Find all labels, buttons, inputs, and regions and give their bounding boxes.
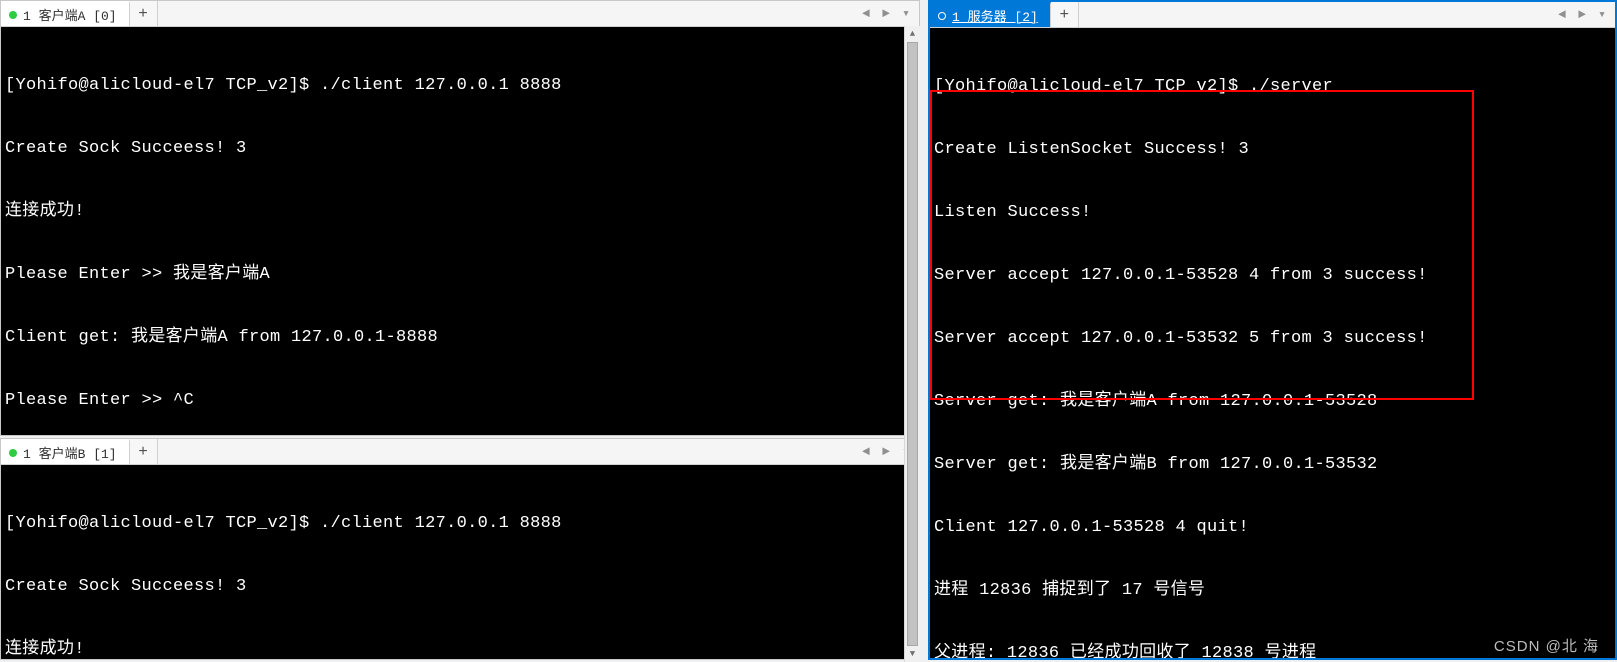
- terminal-client-a[interactable]: [Yohifo@alicloud-el7 TCP_v2]$ ./client 1…: [1, 27, 919, 435]
- add-tab-button[interactable]: +: [130, 1, 158, 26]
- term-line: [Yohifo@alicloud-el7 TCP_v2]$ ./server: [934, 76, 1611, 97]
- scrollbar[interactable]: ▲ ▼: [904, 26, 920, 662]
- scroll-up-icon[interactable]: ▲: [905, 26, 920, 42]
- term-line: 连接成功!: [5, 201, 915, 222]
- term-line: Create Sock Succeess! 3: [5, 138, 915, 159]
- tab-client-a[interactable]: 1 客户端A [0]: [1, 1, 130, 26]
- terminal-server[interactable]: [Yohifo@alicloud-el7 TCP_v2]$ ./server C…: [930, 28, 1615, 658]
- tab-prev-icon[interactable]: ◄: [857, 6, 875, 21]
- pane-client-a: 1 客户端A [0] + ◄ ► ▾ [Yohifo@alicloud-el7 …: [0, 0, 920, 436]
- pane-client-b: 1 客户端B [1] + ◄ ► ▾ [Yohifo@alicloud-el7 …: [0, 438, 920, 660]
- tab-client-b[interactable]: 1 客户端B [1]: [1, 439, 130, 464]
- status-dot-icon: [9, 449, 17, 457]
- status-dot-icon: [9, 11, 17, 19]
- term-line: Please Enter >> ^C: [5, 390, 915, 411]
- tabbar-nav: ◄ ► ▾: [857, 1, 919, 26]
- tab-menu-icon[interactable]: ▾: [1593, 7, 1611, 22]
- tab-label: 1 服务器 [2]: [952, 6, 1038, 25]
- term-line: Client 127.0.0.1-53528 4 quit!: [934, 517, 1611, 538]
- tab-label: 1 客户端B [1]: [23, 443, 117, 462]
- highlight-box: [930, 90, 1474, 400]
- term-line: Server accept 127.0.0.1-53528 4 from 3 s…: [934, 265, 1611, 286]
- tab-menu-icon[interactable]: ▾: [897, 6, 915, 21]
- tab-next-icon[interactable]: ►: [877, 444, 895, 459]
- term-line: [Yohifo@alicloud-el7 TCP_v2]$ ./client 1…: [5, 75, 915, 96]
- term-line: 进程 12836 捕捉到了 17 号信号: [934, 580, 1611, 601]
- tabbar-client-b: 1 客户端B [1] + ◄ ► ▾: [1, 439, 919, 465]
- term-line: [Yohifo@alicloud-el7 TCP_v2]$ ./client 1…: [5, 513, 915, 534]
- tab-prev-icon[interactable]: ◄: [1553, 7, 1571, 22]
- tabbar-client-a: 1 客户端A [0] + ◄ ► ▾: [1, 1, 919, 27]
- tabbar-nav: ◄ ► ▾: [1553, 2, 1615, 27]
- tab-next-icon[interactable]: ►: [1573, 7, 1591, 22]
- term-line: Listen Success!: [934, 202, 1611, 223]
- add-tab-button[interactable]: +: [130, 439, 158, 464]
- terminal-client-b[interactable]: [Yohifo@alicloud-el7 TCP_v2]$ ./client 1…: [1, 465, 919, 659]
- add-tab-button[interactable]: +: [1051, 2, 1079, 27]
- scroll-down-icon[interactable]: ▼: [905, 646, 920, 662]
- watermark: CSDN @北 海: [1494, 635, 1599, 656]
- term-line: Server get: 我是客户端A from 127.0.0.1-53528: [934, 391, 1611, 412]
- scroll-thumb[interactable]: [907, 42, 918, 646]
- term-line: Create Sock Succeess! 3: [5, 576, 915, 597]
- term-line: 连接成功!: [5, 639, 915, 659]
- tabbar-server: 1 服务器 [2] + ◄ ► ▾: [930, 2, 1615, 28]
- term-line: Create ListenSocket Success! 3: [934, 139, 1611, 160]
- tab-prev-icon[interactable]: ◄: [857, 444, 875, 459]
- pane-server: 1 服务器 [2] + ◄ ► ▾ [Yohifo@alicloud-el7 T…: [928, 0, 1617, 660]
- scroll-track[interactable]: [905, 42, 920, 646]
- term-line: Server get: 我是客户端B from 127.0.0.1-53532: [934, 454, 1611, 475]
- term-line: Client get: 我是客户端A from 127.0.0.1-8888: [5, 327, 915, 348]
- status-dot-icon: [938, 12, 946, 20]
- term-line: Please Enter >> 我是客户端A: [5, 264, 915, 285]
- tab-next-icon[interactable]: ►: [877, 6, 895, 21]
- tab-label: 1 客户端A [0]: [23, 5, 117, 24]
- tab-server[interactable]: 1 服务器 [2]: [930, 2, 1051, 27]
- term-line: Server accept 127.0.0.1-53532 5 from 3 s…: [934, 328, 1611, 349]
